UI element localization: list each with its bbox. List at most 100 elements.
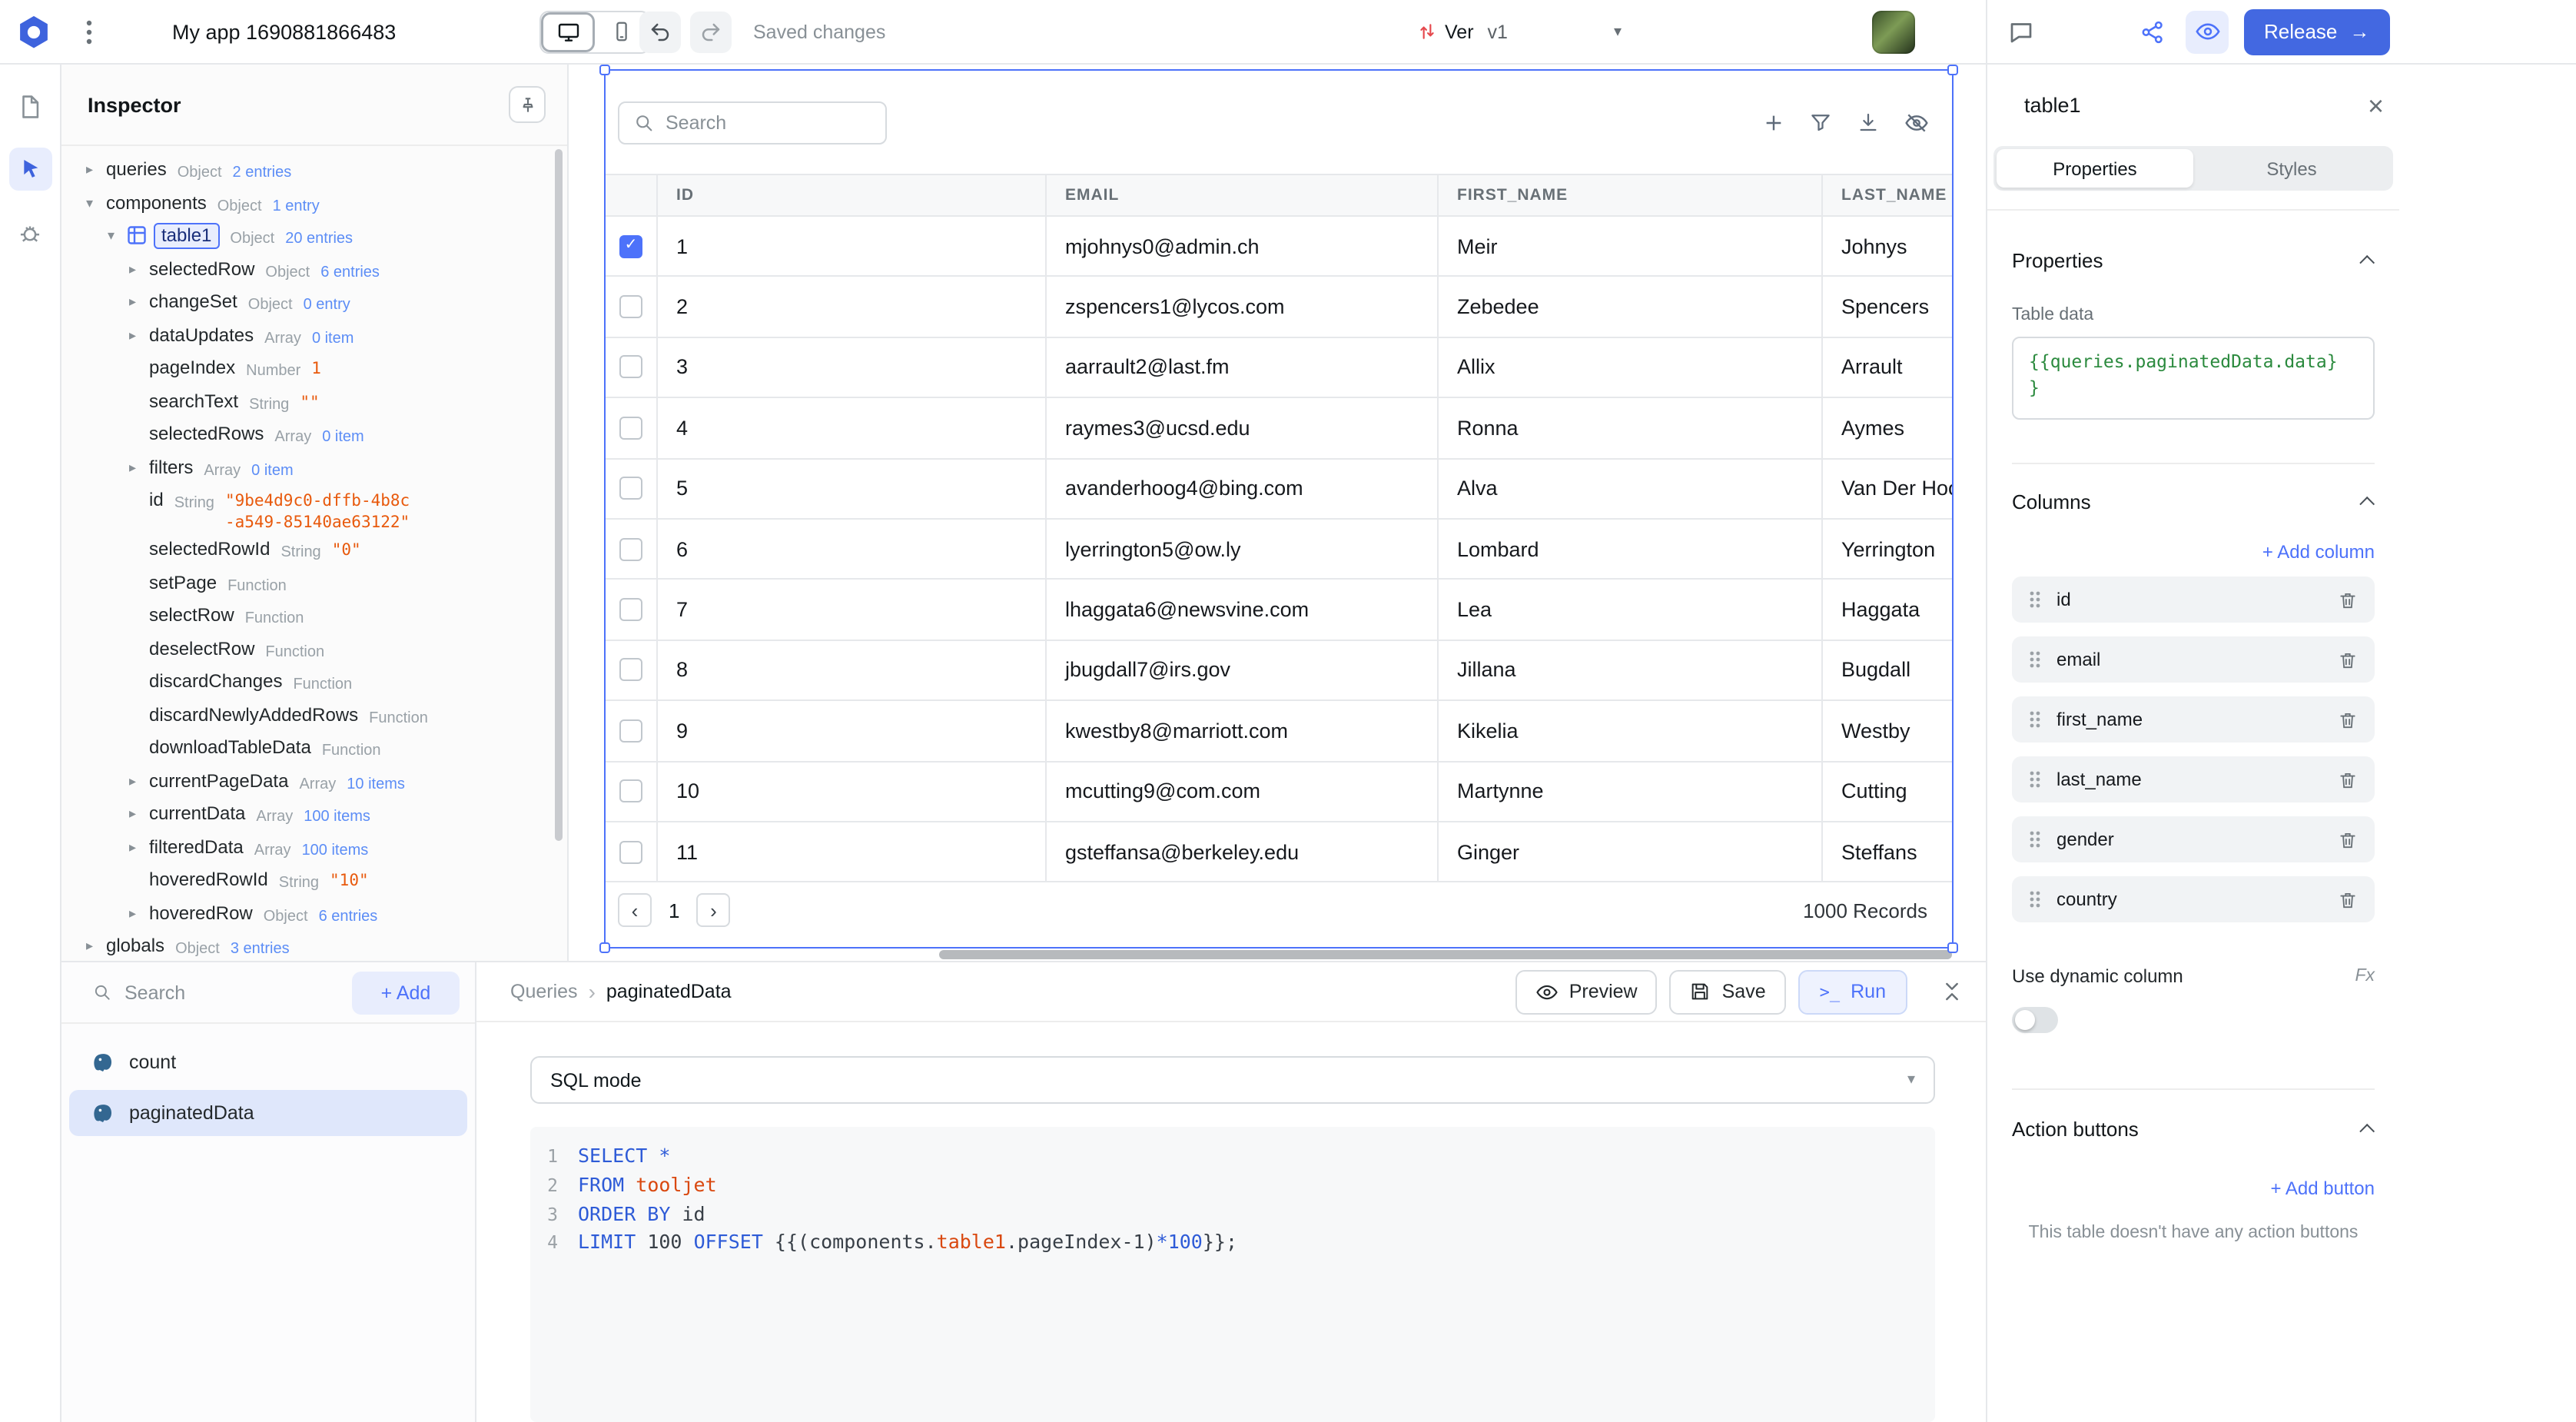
redo-icon[interactable]: [690, 11, 732, 52]
tree-item-selectRow[interactable]: selectRowFunction: [61, 600, 567, 633]
tree-chevron-icon[interactable]: ▸: [129, 324, 149, 347]
tooljet-logo-icon[interactable]: [14, 12, 54, 51]
canvas-horizontal-scrollbar[interactable]: [939, 950, 1952, 959]
tree-item-hoveredRowId[interactable]: hoveredRowIdString"10": [61, 864, 567, 897]
tree-chevron-icon[interactable]: ▸: [86, 158, 106, 181]
tree-chevron-icon[interactable]: ▸: [129, 802, 149, 826]
column-item-first_name[interactable]: first_name: [2012, 696, 2375, 743]
tree-item-searchText[interactable]: searchTextString"": [61, 385, 567, 418]
delete-column-icon[interactable]: [2338, 590, 2358, 610]
run-button[interactable]: >_ Run: [1798, 969, 1907, 1014]
tree-item-deselectRow[interactable]: deselectRowFunction: [61, 633, 567, 666]
tree-item-pageIndex[interactable]: pageIndexNumber1: [61, 352, 567, 385]
query-search-input[interactable]: [124, 982, 340, 1003]
tree-item-filters[interactable]: ▸filtersArray0 item: [61, 451, 567, 484]
inspector-cursor-icon[interactable]: [8, 148, 51, 191]
close-icon[interactable]: ×: [2368, 91, 2384, 119]
table-data-input[interactable]: {{queries.paginatedData.data} }: [2012, 337, 2375, 420]
table-search[interactable]: [618, 101, 887, 144]
debugger-icon[interactable]: [8, 211, 51, 254]
row-checkbox[interactable]: [606, 762, 658, 821]
resize-handle[interactable]: [1947, 942, 1958, 953]
table-search-input[interactable]: [666, 111, 850, 133]
table-row[interactable]: 6lyerrington5@ow.lyLombardYerrington: [606, 520, 1952, 580]
table-row[interactable]: 2zspencers1@lycos.comZebedeeSpencers: [606, 277, 1952, 338]
app-title[interactable]: My app 1690881866483: [172, 20, 396, 43]
tab-styles[interactable]: Styles: [2193, 149, 2390, 188]
query-item-paginatedData[interactable]: paginatedData: [69, 1090, 467, 1136]
breadcrumb-current-query[interactable]: paginatedData: [606, 981, 732, 1002]
drag-handle-icon[interactable]: [2029, 650, 2041, 669]
column-header-id[interactable]: ID: [658, 175, 1047, 215]
query-item-count[interactable]: count: [69, 1039, 467, 1085]
tree-item-hoveredRow[interactable]: ▸hoveredRowObject6 entries: [61, 897, 567, 930]
inspector-scrollbar[interactable]: [555, 149, 563, 841]
filter-icon[interactable]: [1803, 105, 1838, 140]
row-checkbox[interactable]: [606, 338, 658, 397]
tree-chevron-icon[interactable]: ▸: [129, 291, 149, 314]
version-selector[interactable]: Ver v1: [1417, 21, 1508, 42]
tree-chevron-icon[interactable]: ▾: [86, 191, 106, 214]
resize-handle[interactable]: [599, 942, 610, 953]
tree-chevron-icon[interactable]: ▸: [86, 935, 106, 958]
drag-handle-icon[interactable]: [2029, 770, 2041, 789]
version-chevron-down-icon[interactable]: ▾: [1614, 23, 1622, 40]
add-action-button[interactable]: + Add button: [2012, 1178, 2375, 1199]
resize-handle[interactable]: [599, 65, 610, 75]
delete-column-icon[interactable]: [2338, 769, 2358, 789]
query-mode-select[interactable]: SQL mode ▾: [530, 1056, 1935, 1104]
next-page-button[interactable]: ›: [696, 894, 730, 928]
tree-item-changeSet[interactable]: ▸changeSetObject0 entry: [61, 286, 567, 319]
drag-handle-icon[interactable]: [2029, 710, 2041, 729]
tree-item-discardNewlyAddedRows[interactable]: discardNewlyAddedRowsFunction: [61, 699, 567, 732]
resize-handle[interactable]: [1947, 65, 1958, 75]
canvas[interactable]: IDEMAILFIRST_NAMELAST_NAME ✓1mjohnys0@ad…: [570, 65, 1986, 961]
dynamic-column-toggle[interactable]: [2012, 1007, 2058, 1033]
column-header-first_name[interactable]: FIRST_NAME: [1439, 175, 1823, 215]
table-row[interactable]: 9kwestby8@marriott.comKikeliaWestby: [606, 701, 1952, 762]
tree-item-table1[interactable]: ▾table1Object20 entries: [61, 220, 567, 253]
tree-item-id[interactable]: idString"9be4d9c0-dffb-4b8c-a549-85140ae…: [61, 484, 567, 533]
table-row[interactable]: 11gsteffansa@berkeley.eduGingerSteffans: [606, 822, 1952, 883]
tree-chevron-icon[interactable]: ▸: [129, 257, 149, 281]
column-header-last_name[interactable]: LAST_NAME: [1823, 175, 1954, 215]
save-button[interactable]: Save: [1670, 969, 1786, 1014]
pin-icon[interactable]: [509, 86, 546, 123]
app-menu-icon[interactable]: [86, 19, 92, 44]
tree-item-queries[interactable]: ▸queriesObject2 entries: [61, 154, 567, 187]
undo-icon[interactable]: [639, 11, 681, 52]
row-checkbox[interactable]: [606, 580, 658, 640]
preview-button[interactable]: Preview: [1515, 969, 1658, 1014]
tree-chevron-icon[interactable]: ▾: [108, 224, 128, 248]
tree-item-currentPageData[interactable]: ▸currentPageDataArray10 items: [61, 765, 567, 798]
column-header-email[interactable]: EMAIL: [1047, 175, 1439, 215]
tree-item-components[interactable]: ▾componentsObject1 entry: [61, 187, 567, 220]
desktop-view-icon[interactable]: [541, 12, 595, 51]
breadcrumb-queries[interactable]: Queries: [510, 981, 578, 1002]
collapse-panel-icon[interactable]: [1940, 979, 1964, 1004]
drag-handle-icon[interactable]: [2029, 890, 2041, 909]
tree-item-dataUpdates[interactable]: ▸dataUpdatesArray0 item: [61, 319, 567, 352]
tree-item-currentData[interactable]: ▸currentDataArray100 items: [61, 798, 567, 831]
share-icon[interactable]: [2139, 18, 2166, 45]
tree-item-globals[interactable]: ▸globalsObject3 entries: [61, 930, 567, 961]
drag-handle-icon[interactable]: [2029, 590, 2041, 609]
prev-page-button[interactable]: ‹: [618, 894, 652, 928]
tree-item-selectedRow[interactable]: ▸selectedRowObject6 entries: [61, 253, 567, 286]
row-checkbox[interactable]: [606, 640, 658, 699]
delete-column-icon[interactable]: [2338, 829, 2358, 849]
add-query-button[interactable]: + Add: [352, 971, 460, 1014]
drag-handle-icon[interactable]: [2029, 830, 2041, 849]
row-checkbox[interactable]: ✓: [606, 217, 658, 276]
table-row[interactable]: 8jbugdall7@irs.govJillanaBugdall: [606, 640, 1952, 701]
column-item-email[interactable]: email: [2012, 636, 2375, 683]
tree-item-selectedRows[interactable]: selectedRowsArray0 item: [61, 418, 567, 451]
table-row[interactable]: 4raymes3@ucsd.eduRonnaAymes: [606, 398, 1952, 459]
sql-editor[interactable]: 1SELECT *2FROM tooljet3ORDER BY id4LIMIT…: [530, 1127, 1935, 1422]
add-row-icon[interactable]: [1755, 105, 1791, 140]
row-checkbox[interactable]: [606, 520, 658, 579]
column-item-last_name[interactable]: last_name: [2012, 756, 2375, 802]
column-item-country[interactable]: country: [2012, 876, 2375, 922]
table-row[interactable]: 10mcutting9@com.comMartynneCutting: [606, 762, 1952, 822]
tree-chevron-icon[interactable]: ▸: [129, 836, 149, 859]
